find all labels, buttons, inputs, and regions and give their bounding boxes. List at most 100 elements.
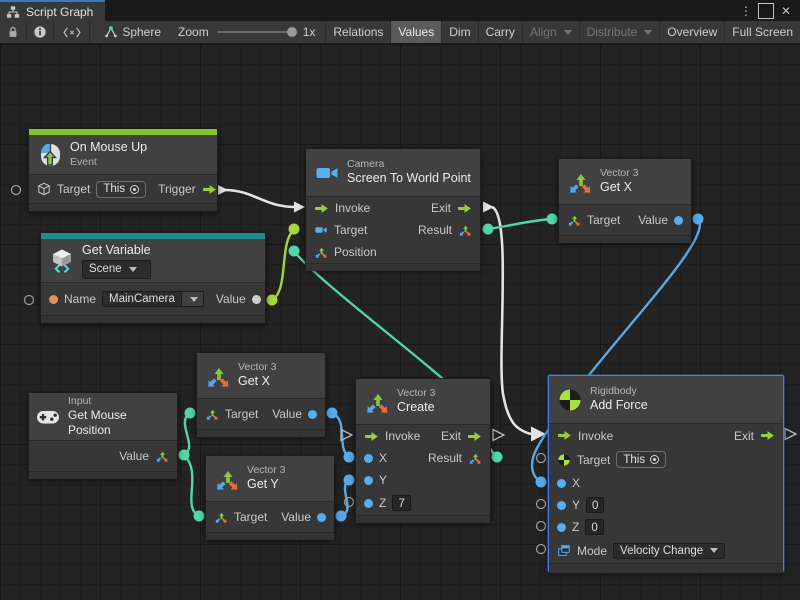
distribute-button[interactable]: Distribute <box>580 21 661 43</box>
wire-mousepos-to-getx-target[interactable] <box>184 413 190 455</box>
wire-trigger-to-invoke[interactable] <box>224 190 297 207</box>
flow-arrow-icon[interactable] <box>202 184 217 195</box>
port-dot-create-y[interactable] <box>344 475 355 486</box>
lock-button[interactable] <box>0 21 27 43</box>
float-port-dot[interactable] <box>364 454 373 463</box>
port-ring-addforce-target[interactable] <box>537 454 546 463</box>
float-port-dot[interactable] <box>317 513 326 522</box>
float-port-dot[interactable] <box>364 499 373 508</box>
object-picker-icon[interactable] <box>130 185 139 194</box>
flow-arrow-icon[interactable] <box>557 430 572 441</box>
carry-button[interactable]: Carry <box>479 21 523 43</box>
node-get-variable[interactable]: Get Variable Scene Name MainCamera Value <box>40 232 266 324</box>
float-port-dot[interactable] <box>557 479 566 488</box>
flow-arrow-icon[interactable] <box>364 431 379 442</box>
port-dot-getx-top-target[interactable] <box>547 214 558 225</box>
flow-in-triangle[interactable] <box>531 427 546 442</box>
flow-port-triangle-addforce-exit[interactable] <box>785 429 796 440</box>
flow-out-triangle[interactable] <box>217 185 228 196</box>
dim-button[interactable]: Dim <box>442 21 478 43</box>
relations-button[interactable]: Relations <box>325 21 391 43</box>
maximize-icon[interactable] <box>758 3 774 19</box>
flow-in-triangle[interactable] <box>294 202 305 213</box>
wire-result-to-getx-target[interactable] <box>488 219 552 229</box>
node-vector3-get-x-top[interactable]: Vector 3Get X Target Value <box>558 158 692 242</box>
wire-mousepos-to-gety-target[interactable] <box>184 455 199 516</box>
rigidbody-icon[interactable] <box>557 453 571 467</box>
port-dot-gety-target[interactable] <box>194 511 205 522</box>
float-port-dot[interactable] <box>674 216 683 225</box>
dropdown-cell[interactable] <box>181 292 203 306</box>
vector3-icon[interactable] <box>155 449 169 463</box>
port-dot-create-x[interactable] <box>344 452 355 463</box>
force-mode-dropdown[interactable]: Velocity Change <box>613 543 725 559</box>
vector3-icon[interactable] <box>205 407 219 421</box>
overview-button[interactable]: Overview <box>660 21 725 43</box>
port-dot-addforce-x[interactable] <box>536 477 547 488</box>
port-ring-addforce-y[interactable] <box>537 500 546 509</box>
zoom-slider-handle[interactable] <box>287 27 297 37</box>
vector3-icon[interactable] <box>468 451 482 465</box>
wire-variable-to-camera-target[interactable] <box>272 230 294 300</box>
port-ring-addforce-mode[interactable] <box>537 545 546 554</box>
vector3-icon[interactable] <box>314 245 328 259</box>
graph-canvas[interactable]: On Mouse UpEvent Target This Trigger Get… <box>0 44 800 600</box>
z-value-input[interactable]: 7 <box>392 495 410 511</box>
y-value-input[interactable]: 0 <box>586 497 604 513</box>
value-port-dot[interactable] <box>252 295 261 304</box>
values-button[interactable]: Values <box>391 21 442 43</box>
port-dot-getx-top-value[interactable] <box>693 214 704 225</box>
wire-exit-to-addforce-invoke[interactable] <box>492 207 531 434</box>
node-vector3-get-x-mid[interactable]: Vector 3Get X Target Value <box>196 352 326 436</box>
node-vector3-create[interactable]: Vector 3Create Invoke Exit X Result <box>355 378 491 522</box>
port-dot-camera-target[interactable] <box>289 224 300 235</box>
port-dot-getx-mid-target[interactable] <box>185 408 196 419</box>
flow-arrow-icon[interactable] <box>760 430 775 441</box>
port-dot-mousepos-value[interactable] <box>179 450 190 461</box>
flow-arrow-icon[interactable] <box>467 431 482 442</box>
close-icon[interactable]: ✕ <box>778 3 794 19</box>
vector3-icon[interactable] <box>458 223 472 237</box>
graph-owner-button[interactable]: Sphere <box>97 21 168 43</box>
kebab-menu-icon[interactable]: ⋮ <box>738 3 754 19</box>
port-dot-camera-result[interactable] <box>483 224 494 235</box>
port-ring-addforce-z[interactable] <box>537 522 546 531</box>
node-get-mouse-position[interactable]: InputGet Mouse Position Value <box>28 392 178 478</box>
port-dot-getx-mid-value[interactable] <box>327 408 338 419</box>
tab-script-graph[interactable]: Script Graph <box>0 0 105 21</box>
object-picker-icon[interactable] <box>650 455 659 464</box>
port-dot-gety-value[interactable] <box>336 511 347 522</box>
port-dot-create-result[interactable] <box>492 452 503 463</box>
float-port-dot[interactable] <box>557 501 566 510</box>
node-vector3-get-y[interactable]: Vector 3Get Y Target Value <box>205 455 335 539</box>
node-screen-to-world-point[interactable]: CameraScreen To World Point Invoke Exit … <box>305 148 481 270</box>
port-ring-variable-name[interactable] <box>25 296 34 305</box>
port-ring-mouseup-target[interactable] <box>12 186 21 195</box>
flow-out-triangle[interactable] <box>483 202 494 213</box>
flow-arrow-icon[interactable] <box>314 203 329 214</box>
fullscreen-button[interactable]: Full Screen <box>725 21 800 43</box>
node-on-mouse-up[interactable]: On Mouse UpEvent Target This Trigger <box>28 128 218 212</box>
port-dot-camera-position[interactable] <box>289 246 300 257</box>
flow-port-triangle-create-exit[interactable] <box>493 430 504 441</box>
variable-scope-dropdown[interactable]: Scene <box>82 260 151 278</box>
camera-icon[interactable] <box>314 223 328 237</box>
variable-name-dropdown[interactable]: MainCamera <box>102 291 204 307</box>
inspect-button[interactable] <box>27 21 54 43</box>
float-port-dot[interactable] <box>308 410 317 419</box>
vector3-icon[interactable] <box>214 510 228 524</box>
enum-icon[interactable] <box>557 544 571 558</box>
zoom-slider[interactable] <box>217 31 295 33</box>
float-port-dot[interactable] <box>364 476 373 485</box>
flow-arrow-icon[interactable] <box>457 203 472 214</box>
string-port-dot[interactable] <box>49 295 58 304</box>
z-value-input[interactable]: 0 <box>585 519 603 535</box>
target-this-chip[interactable]: This <box>96 181 146 198</box>
port-dot-variable-value[interactable] <box>267 295 278 306</box>
align-button[interactable]: Align <box>523 21 580 43</box>
target-this-chip[interactable]: This <box>616 451 666 468</box>
vector3-icon[interactable] <box>567 213 581 227</box>
edit-graph-button[interactable] <box>54 21 90 43</box>
node-rigidbody-add-force[interactable]: RigidbodyAdd Force Invoke Exit Target Th… <box>548 375 784 572</box>
float-port-dot[interactable] <box>557 523 566 532</box>
